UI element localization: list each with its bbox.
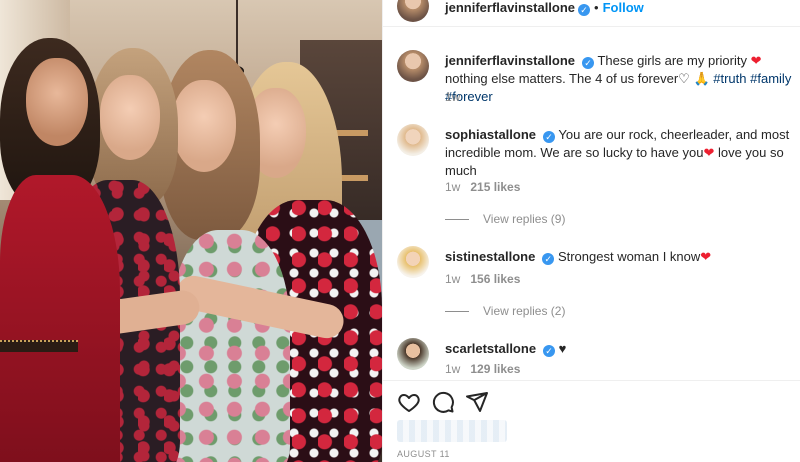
replies-line [445,311,469,313]
hashtag-link[interactable]: #family [750,71,791,86]
post-photo[interactable] [0,0,382,462]
comment-meta: 1w 156 likes [445,272,520,286]
comment-body-1: Strongest woman I know [557,249,701,264]
separator-dot: • [594,0,599,15]
verified-badge-icon: ✓ [582,57,595,69]
post-side-panel: jenniferflavinstallone ✓ • Follow jenniferf… [382,0,800,462]
photo-background-lamp [230,0,244,76]
praying-hands-icon: 🙏 [693,71,710,86]
commenter-username[interactable]: sistinestallone [445,249,535,264]
comment-body-1: ♥ [558,341,567,356]
author-username[interactable]: jenniferflavinstallone [445,0,575,15]
comment-time[interactable]: 1w [445,180,460,194]
commenter-username[interactable]: sophiastallone [445,127,536,142]
verified-badge-icon: ✓ [578,4,591,16]
red-heart-icon: ❤ [700,249,712,264]
actions-divider [383,380,800,381]
caption-avatar[interactable] [397,50,429,82]
comment-likes[interactable]: 215 likes [470,180,520,194]
paper-plane-icon[interactable] [465,390,489,414]
verified-badge-icon: ✓ [543,131,556,143]
heart-outline-icon[interactable] [397,390,421,414]
comment-likes[interactable]: 156 likes [470,272,520,286]
red-heart-icon: ❤ [750,53,762,68]
header-divider [383,26,800,27]
white-heart-icon: ♡ [678,71,690,86]
caption-body-2: nothing else matters. The 4 of us foreve… [445,71,679,86]
view-replies-button[interactable]: View replies (9) [445,212,565,226]
hashtag-link[interactable]: #truth [713,71,746,86]
commenter-avatar[interactable] [397,124,429,156]
view-replies-label: View replies (2) [483,304,566,318]
post-header: jenniferflavinstallone ✓ • Follow [383,0,800,22]
caption-meta: 1w [445,90,460,104]
comment-meta: 1w 129 likes [445,362,520,376]
commenter-avatar[interactable] [397,246,429,278]
comment-text: sistinestallone ✓ Strongest woman I know❤ [445,248,795,266]
comment-text: sophiastallone ✓ You are our rock, cheerl… [445,126,795,180]
comment-bubble-icon[interactable] [431,390,455,414]
liked-by-blurred [397,420,507,442]
caption-body-1: These girls are my priority [597,53,747,68]
caption-time[interactable]: 1w [445,90,460,104]
comment-meta: 1w 215 likes [445,180,520,194]
verified-badge-icon: ✓ [543,345,556,357]
post-date[interactable]: AUGUST 11 [397,449,450,459]
red-heart-icon: ❤ [703,145,715,160]
verified-badge-icon: ✓ [542,253,555,265]
commenter-avatar[interactable] [397,338,429,370]
commenter-username[interactable]: scarletstallone [445,341,536,356]
replies-line [445,219,469,221]
view-replies-button[interactable]: View replies (2) [445,304,565,318]
author-avatar[interactable] [397,0,429,22]
comment-text: scarletstallone ✓ ♥ [445,340,795,358]
comment-time[interactable]: 1w [445,362,460,376]
comment-likes[interactable]: 129 likes [470,362,520,376]
view-replies-label: View replies (9) [483,212,566,226]
caption-username[interactable]: jenniferflavinstallone [445,53,575,68]
follow-button[interactable]: Follow [603,0,644,15]
caption-text: jenniferflavinstallone ✓ These girls are … [445,52,795,106]
author-row: jenniferflavinstallone ✓ • Follow [445,0,644,16]
comment-time[interactable]: 1w [445,272,460,286]
